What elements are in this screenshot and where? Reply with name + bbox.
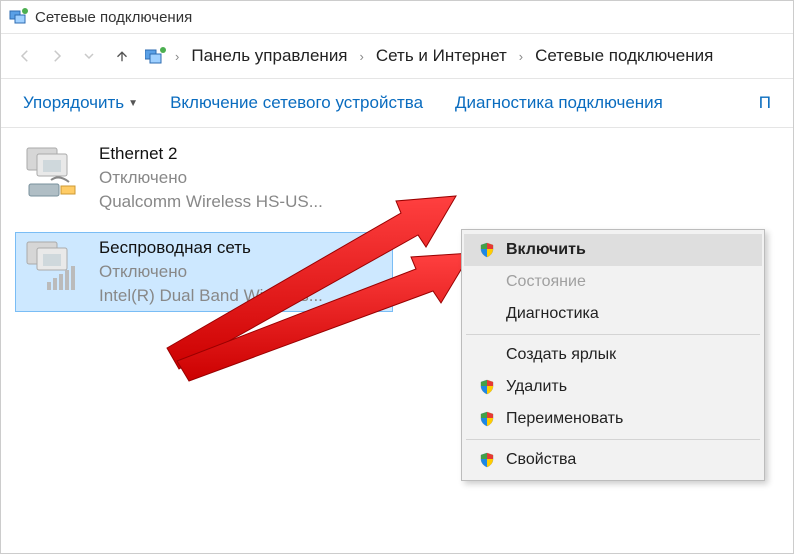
toolbar-more-label: П xyxy=(759,93,771,113)
menu-status: Состояние xyxy=(464,266,762,298)
toolbar: Упорядочить ▼ Включение сетевого устройс… xyxy=(1,79,793,128)
diagnose-label: Диагностика подключения xyxy=(455,93,663,113)
menu-enable-label: Включить xyxy=(506,241,586,259)
menu-rename-label: Переименовать xyxy=(506,410,623,428)
diagnose-button[interactable]: Диагностика подключения xyxy=(455,93,663,113)
toolbar-more[interactable]: П xyxy=(759,93,771,113)
menu-delete[interactable]: Удалить xyxy=(464,371,762,403)
adapter-wireless[interactable]: Беспроводная сеть Отключено Intel(R) Dua… xyxy=(15,232,393,312)
titlebar: Сетевые подключения xyxy=(1,1,793,33)
nav-forward-button[interactable] xyxy=(43,42,71,70)
shield-icon xyxy=(478,378,496,396)
menu-properties-label: Свойства xyxy=(506,451,576,469)
shield-icon xyxy=(478,410,496,428)
adapter-detail: Intel(R) Dual Band Wireless... xyxy=(99,286,323,306)
breadcrumb[interactable]: › Панель управления › Сеть и Интернет › … xyxy=(145,44,717,68)
breadcrumb-control-panel[interactable]: Панель управления xyxy=(187,44,351,68)
nav-back-button[interactable] xyxy=(11,42,39,70)
menu-create-shortcut[interactable]: Создать ярлык xyxy=(464,339,762,371)
menu-diagnose-label: Диагностика xyxy=(506,305,599,323)
menu-status-label: Состояние xyxy=(506,273,586,291)
navbar: › Панель управления › Сеть и Интернет › … xyxy=(1,33,793,79)
adapter-status: Отключено xyxy=(99,262,323,282)
menu-separator xyxy=(466,439,760,440)
chevron-down-icon: ▼ xyxy=(128,98,138,109)
menu-properties[interactable]: Свойства xyxy=(464,444,762,476)
breadcrumb-sep: › xyxy=(356,49,368,64)
adapter-detail: Qualcomm Wireless HS-US... xyxy=(99,192,323,212)
network-connections-icon xyxy=(9,7,29,27)
adapter-name: Ethernet 2 xyxy=(99,144,323,164)
organize-button[interactable]: Упорядочить ▼ xyxy=(23,93,138,113)
nav-up-button[interactable] xyxy=(111,45,133,67)
adapter-name: Беспроводная сеть xyxy=(99,238,323,258)
wireless-adapter-icon xyxy=(21,238,89,294)
adapter-ethernet[interactable]: Ethernet 2 Отключено Qualcomm Wireless H… xyxy=(15,138,393,218)
shield-icon xyxy=(478,241,496,259)
enable-device-button[interactable]: Включение сетевого устройства xyxy=(170,93,423,113)
window-title: Сетевые подключения xyxy=(35,9,192,26)
breadcrumb-sep: › xyxy=(171,49,183,64)
enable-device-label: Включение сетевого устройства xyxy=(170,93,423,113)
menu-separator xyxy=(466,334,760,335)
breadcrumb-folder-icon xyxy=(145,46,167,66)
context-menu: Включить Состояние Диагностика Создать я… xyxy=(461,229,765,481)
organize-label: Упорядочить xyxy=(23,93,124,113)
menu-shortcut-label: Создать ярлык xyxy=(506,346,616,364)
menu-enable[interactable]: Включить xyxy=(464,234,762,266)
adapter-status: Отключено xyxy=(99,168,323,188)
shield-icon xyxy=(478,451,496,469)
breadcrumb-network-internet[interactable]: Сеть и Интернет xyxy=(372,44,511,68)
breadcrumb-sep: › xyxy=(515,49,527,64)
menu-delete-label: Удалить xyxy=(506,378,567,396)
nav-recent-dropdown[interactable] xyxy=(75,42,103,70)
menu-diagnose[interactable]: Диагностика xyxy=(464,298,762,330)
menu-rename[interactable]: Переименовать xyxy=(464,403,762,435)
breadcrumb-network-connections[interactable]: Сетевые подключения xyxy=(531,44,717,68)
ethernet-adapter-icon xyxy=(21,144,89,200)
